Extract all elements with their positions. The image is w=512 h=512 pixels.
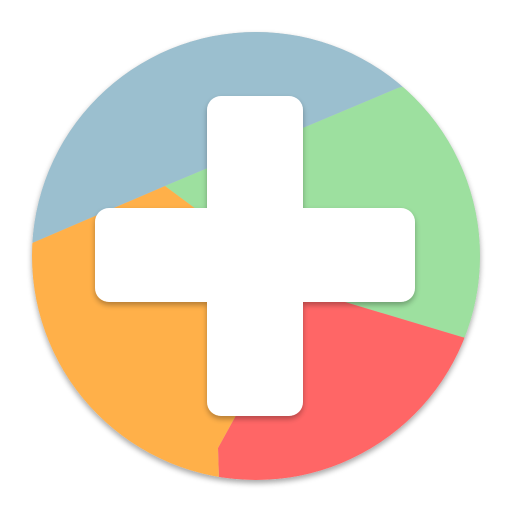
app-icon <box>0 0 512 512</box>
plus-horizontal-bar <box>95 208 415 302</box>
app-icon-graphic <box>32 32 480 480</box>
